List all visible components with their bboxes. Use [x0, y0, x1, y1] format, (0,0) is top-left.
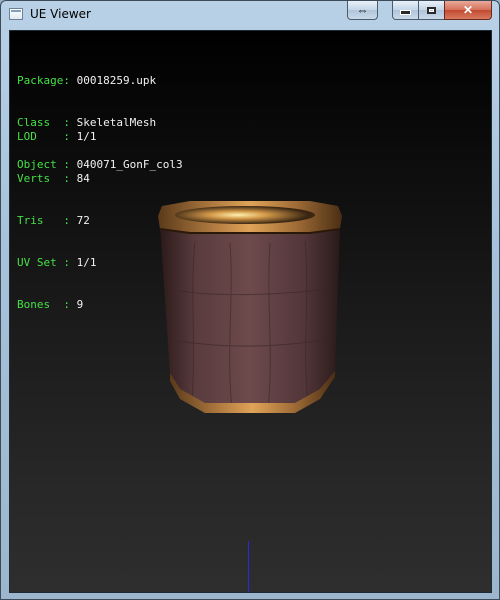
swap-arrows-icon[interactable]: ⇔: [347, 1, 378, 20]
info-label: Bones: [17, 298, 64, 311]
info-value: 00018259.upk: [76, 74, 157, 87]
info-row-tris: Tris : 72: [17, 214, 96, 228]
close-button[interactable]: ✕: [444, 1, 492, 20]
title-bar[interactable]: UE Viewer ⇔ ✕: [1, 1, 499, 29]
info-row-lod: LOD : 1/1: [17, 130, 96, 144]
info-sep: :: [63, 74, 77, 87]
minimize-icon: [400, 10, 411, 15]
mesh-stats: LOD : 1/1 Verts : 84 Tris : 72 UV Set : …: [17, 102, 96, 340]
info-value: 1/1: [76, 130, 97, 143]
window-app-icon[interactable]: [9, 8, 23, 20]
info-sep: :: [63, 214, 77, 227]
barrel-top-highlight: [175, 206, 315, 224]
info-sep: :: [63, 256, 77, 269]
info-sep: :: [63, 298, 77, 311]
info-row-uvset: UV Set : 1/1: [17, 256, 96, 270]
info-label: Tris: [17, 214, 64, 227]
info-row-package: Package: 00018259.upk: [17, 74, 183, 88]
minimize-button[interactable]: [392, 1, 419, 20]
app-window: UE Viewer ⇔ ✕ Package: 00018259.upk Clas…: [0, 0, 500, 600]
3d-viewport[interactable]: Package: 00018259.upk Class : SkeletalMe…: [9, 30, 492, 593]
maximize-button[interactable]: [418, 1, 445, 20]
info-row-bones: Bones : 9: [17, 298, 96, 312]
info-label: LOD: [17, 130, 64, 143]
info-value: 9: [76, 298, 84, 311]
info-label: Verts: [17, 172, 64, 185]
barrel-body: [160, 226, 340, 413]
info-value: 1/1: [76, 256, 97, 269]
close-icon: ✕: [462, 3, 474, 17]
info-label: UV Set: [17, 256, 64, 269]
info-row-verts: Verts : 84: [17, 172, 96, 186]
info-value: 84: [76, 172, 90, 185]
axis-line: [248, 541, 249, 592]
info-value: 72: [76, 214, 90, 227]
barrel-mesh[interactable]: [150, 201, 350, 426]
info-sep: :: [63, 172, 77, 185]
window-title: UE Viewer: [30, 7, 91, 21]
info-sep: :: [63, 130, 77, 143]
maximize-icon: [427, 7, 436, 14]
info-label: Package: [17, 74, 64, 87]
swap-label: ⇔: [356, 3, 369, 17]
